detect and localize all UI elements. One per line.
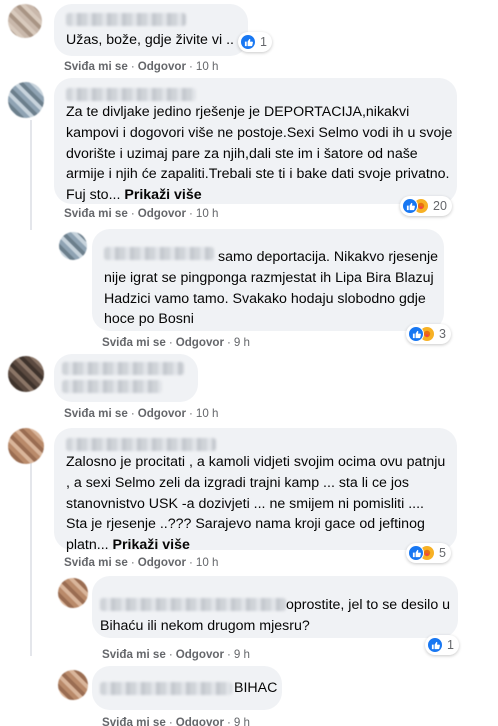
author-name-blurred[interactable] (100, 682, 232, 695)
timestamp[interactable]: 10 h (196, 60, 219, 73)
reaction-summary[interactable]: 5 (406, 543, 451, 563)
avatar[interactable] (8, 428, 44, 464)
comment-actions: Sviđa mi se · Odgovor · 9 h (102, 648, 250, 661)
avatar[interactable] (58, 578, 88, 608)
timestamp[interactable]: 9 h (234, 336, 250, 349)
comment-bubble: samo deportacija. Nikakvo rjesenje nije … (92, 229, 444, 331)
reaction-count: 1 (260, 35, 267, 49)
like-button[interactable]: Sviđa mi se (64, 207, 128, 220)
reaction-summary[interactable]: 3 (406, 324, 451, 344)
like-reaction-icon (408, 545, 424, 561)
reaction-summary[interactable]: 1 (238, 32, 272, 52)
comment-actions: Sviđa mi se · Odgovor · 10 h (64, 60, 218, 73)
separator: · (168, 648, 173, 661)
see-more-link[interactable]: Prikaži više (113, 537, 190, 553)
reply-button[interactable]: Odgovor (138, 60, 186, 73)
like-reaction-icon (402, 198, 418, 214)
timestamp[interactable]: 9 h (234, 716, 250, 726)
avatar[interactable] (8, 356, 44, 392)
comment-text: samo deportacija. Nikakvo rjesenje nije … (104, 249, 439, 328)
like-button[interactable]: Sviđa mi se (102, 336, 166, 349)
reply-button[interactable]: Odgovor (138, 556, 186, 569)
avatar[interactable] (59, 232, 87, 260)
reaction-count: 20 (433, 199, 447, 213)
reaction-count: 1 (447, 638, 454, 652)
avatar[interactable] (8, 82, 44, 118)
comment-bubble: Za te divljake jedino rješenje je DEPORT… (54, 78, 457, 204)
avatar[interactable] (8, 4, 42, 38)
comment-text: Za te divljake jedino rješenje je DEPORT… (66, 102, 454, 206)
separator: · (130, 60, 135, 73)
separator: · (227, 648, 231, 661)
like-reaction-icon (427, 637, 443, 653)
comment-actions: Sviđa mi se · Odgovor · 10 h (64, 556, 218, 569)
comment-actions: Sviđa mi se · Odgovor · 10 h (64, 207, 218, 220)
separator: · (189, 207, 193, 220)
separator: · (189, 556, 193, 569)
separator: · (130, 207, 135, 220)
like-reaction-icon (240, 34, 256, 50)
comment-text: Zalosno je procitati , a kamoli vidjeti … (66, 452, 446, 556)
like-button[interactable]: Sviđa mi se (64, 556, 128, 569)
like-button[interactable]: Sviđa mi se (102, 648, 166, 661)
author-name-blurred[interactable] (66, 438, 216, 451)
thread-line (30, 456, 32, 656)
separator: · (130, 407, 135, 420)
separator: · (189, 60, 193, 73)
see-more-link[interactable]: Prikaži više (124, 187, 201, 203)
separator: · (189, 407, 193, 420)
reaction-summary[interactable]: 20 (400, 196, 452, 216)
comment-text: Užas, bože, gdje živite vi .. (66, 32, 234, 48)
comment-text: BIHAC (234, 680, 278, 696)
reply-button[interactable]: Odgovor (138, 207, 186, 220)
timestamp[interactable]: 10 h (196, 407, 219, 420)
separator: · (227, 336, 231, 349)
timestamp[interactable]: 10 h (196, 207, 219, 220)
comment-text-blurred (62, 380, 162, 393)
reaction-count: 5 (439, 546, 446, 560)
reply-button[interactable]: Odgovor (176, 336, 224, 349)
timestamp[interactable]: 10 h (196, 556, 219, 569)
comment-bubble (54, 354, 198, 402)
author-name-blurred[interactable] (66, 88, 196, 101)
comment-bubble: oprostite, jel to se desilo u Bihaću ili… (92, 576, 458, 638)
reply-button[interactable]: Odgovor (176, 648, 224, 661)
avatar[interactable] (58, 670, 88, 700)
separator: · (227, 716, 231, 726)
author-name-blurred[interactable] (62, 362, 184, 375)
reaction-summary[interactable]: 1 (425, 635, 459, 655)
like-button[interactable]: Sviđa mi se (64, 60, 128, 73)
separator: · (168, 716, 173, 726)
like-button[interactable]: Sviđa mi se (64, 407, 128, 420)
reply-button[interactable]: Odgovor (138, 407, 186, 420)
comment-bubble: BIHAC (92, 666, 282, 710)
comment-actions: Sviđa mi se · Odgovor · 9 h (102, 716, 250, 726)
comment-text: oprostite, jel to se desilo u Bihaću ili… (100, 597, 451, 634)
like-button[interactable]: Sviđa mi se (102, 716, 166, 726)
thread-line (30, 120, 32, 230)
comment-actions: Sviđa mi se · Odgovor · 9 h (102, 336, 250, 349)
timestamp[interactable]: 9 h (234, 648, 250, 661)
separator: · (168, 336, 173, 349)
like-reaction-icon (408, 326, 424, 342)
separator: · (130, 556, 135, 569)
reply-button[interactable]: Odgovor (176, 716, 224, 726)
author-name-blurred[interactable] (66, 13, 186, 26)
comment-actions: Sviđa mi se · Odgovor · 10 h (64, 407, 218, 420)
reaction-count: 3 (439, 327, 446, 341)
comment-bubble: Užas, bože, gdje živite vi .. (54, 4, 248, 56)
comment-bubble: Zalosno je procitati , a kamoli vidjeti … (54, 428, 457, 553)
